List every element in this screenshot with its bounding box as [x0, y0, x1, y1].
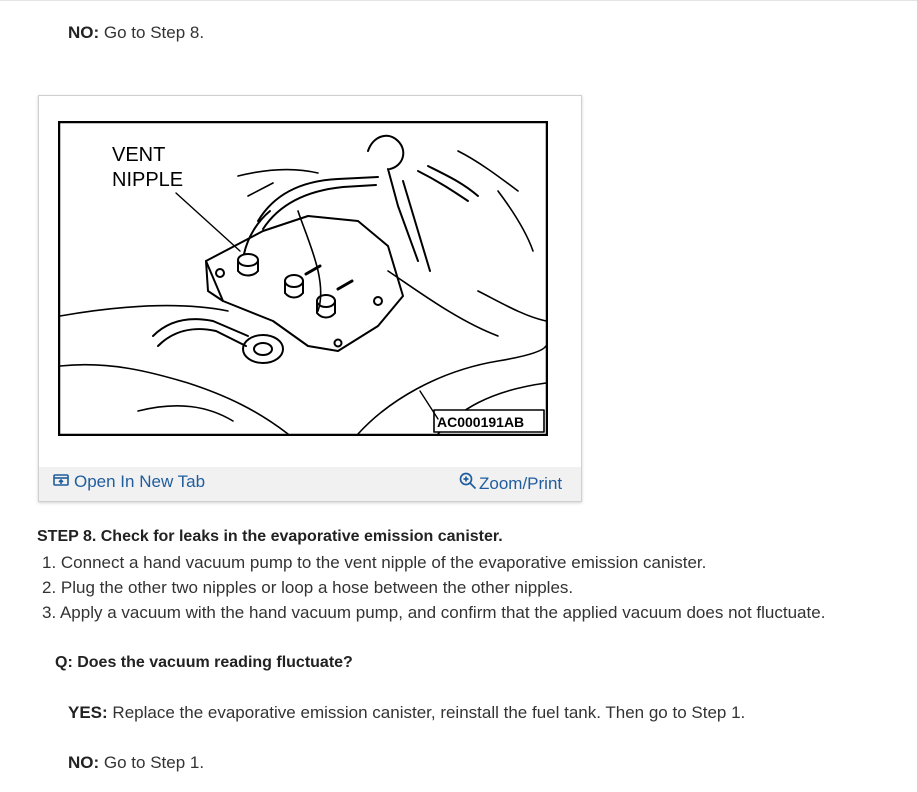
no-label: NO:	[68, 23, 100, 42]
lower-hose	[152, 318, 284, 364]
yes-answer: YES: Replace the evaporative emission ca…	[68, 703, 745, 723]
step-item-1: 1. Connect a hand vacuum pump to the ven…	[42, 553, 707, 572]
open-in-new-tab-icon	[53, 472, 69, 492]
top-divider	[0, 0, 917, 1]
question: Q: Does the vacuum reading fluctuate?	[55, 654, 353, 671]
yes-label: YES:	[68, 703, 108, 722]
figure-card: VENT NIPPLE AC000191AB Open In New Tab Z…	[38, 95, 582, 502]
no-text: Go to Step 1.	[103, 753, 205, 772]
open-in-new-tab-link[interactable]: Open In New Tab	[53, 472, 205, 492]
yes-text: Replace the evaporative emission caniste…	[112, 703, 746, 722]
vent-leader-line	[175, 192, 241, 252]
zoom-print-label: Zoom/Print	[479, 473, 563, 493]
no-answer-top: NO: Go to Step 8.	[68, 23, 204, 43]
figure-code: AC000191AB	[437, 414, 524, 430]
step-item-3: 3. Apply a vacuum with the hand vacuum p…	[42, 603, 826, 622]
vent-nipple	[237, 210, 271, 277]
step-item-2: 2. Plug the other two nipples or loop a …	[42, 578, 574, 597]
open-in-new-tab-label: Open In New Tab	[74, 472, 206, 491]
canister-diagram[interactable]: VENT NIPPLE AC000191AB	[58, 121, 548, 436]
vent-label-line2: NIPPLE	[112, 169, 183, 191]
no-label: NO:	[68, 753, 100, 772]
figure-code-leader	[419, 390, 439, 420]
vent-label-line1: VENT	[112, 144, 165, 166]
no-answer-bottom: NO: Go to Step 1.	[68, 753, 204, 773]
zoom-icon	[459, 472, 477, 495]
step-title: STEP 8. Check for leaks in the evaporati…	[37, 528, 503, 545]
hose-clamp	[257, 134, 479, 272]
zoom-print-link[interactable]: Zoom/Print	[459, 472, 562, 495]
no-text: Go to Step 8.	[103, 23, 205, 42]
